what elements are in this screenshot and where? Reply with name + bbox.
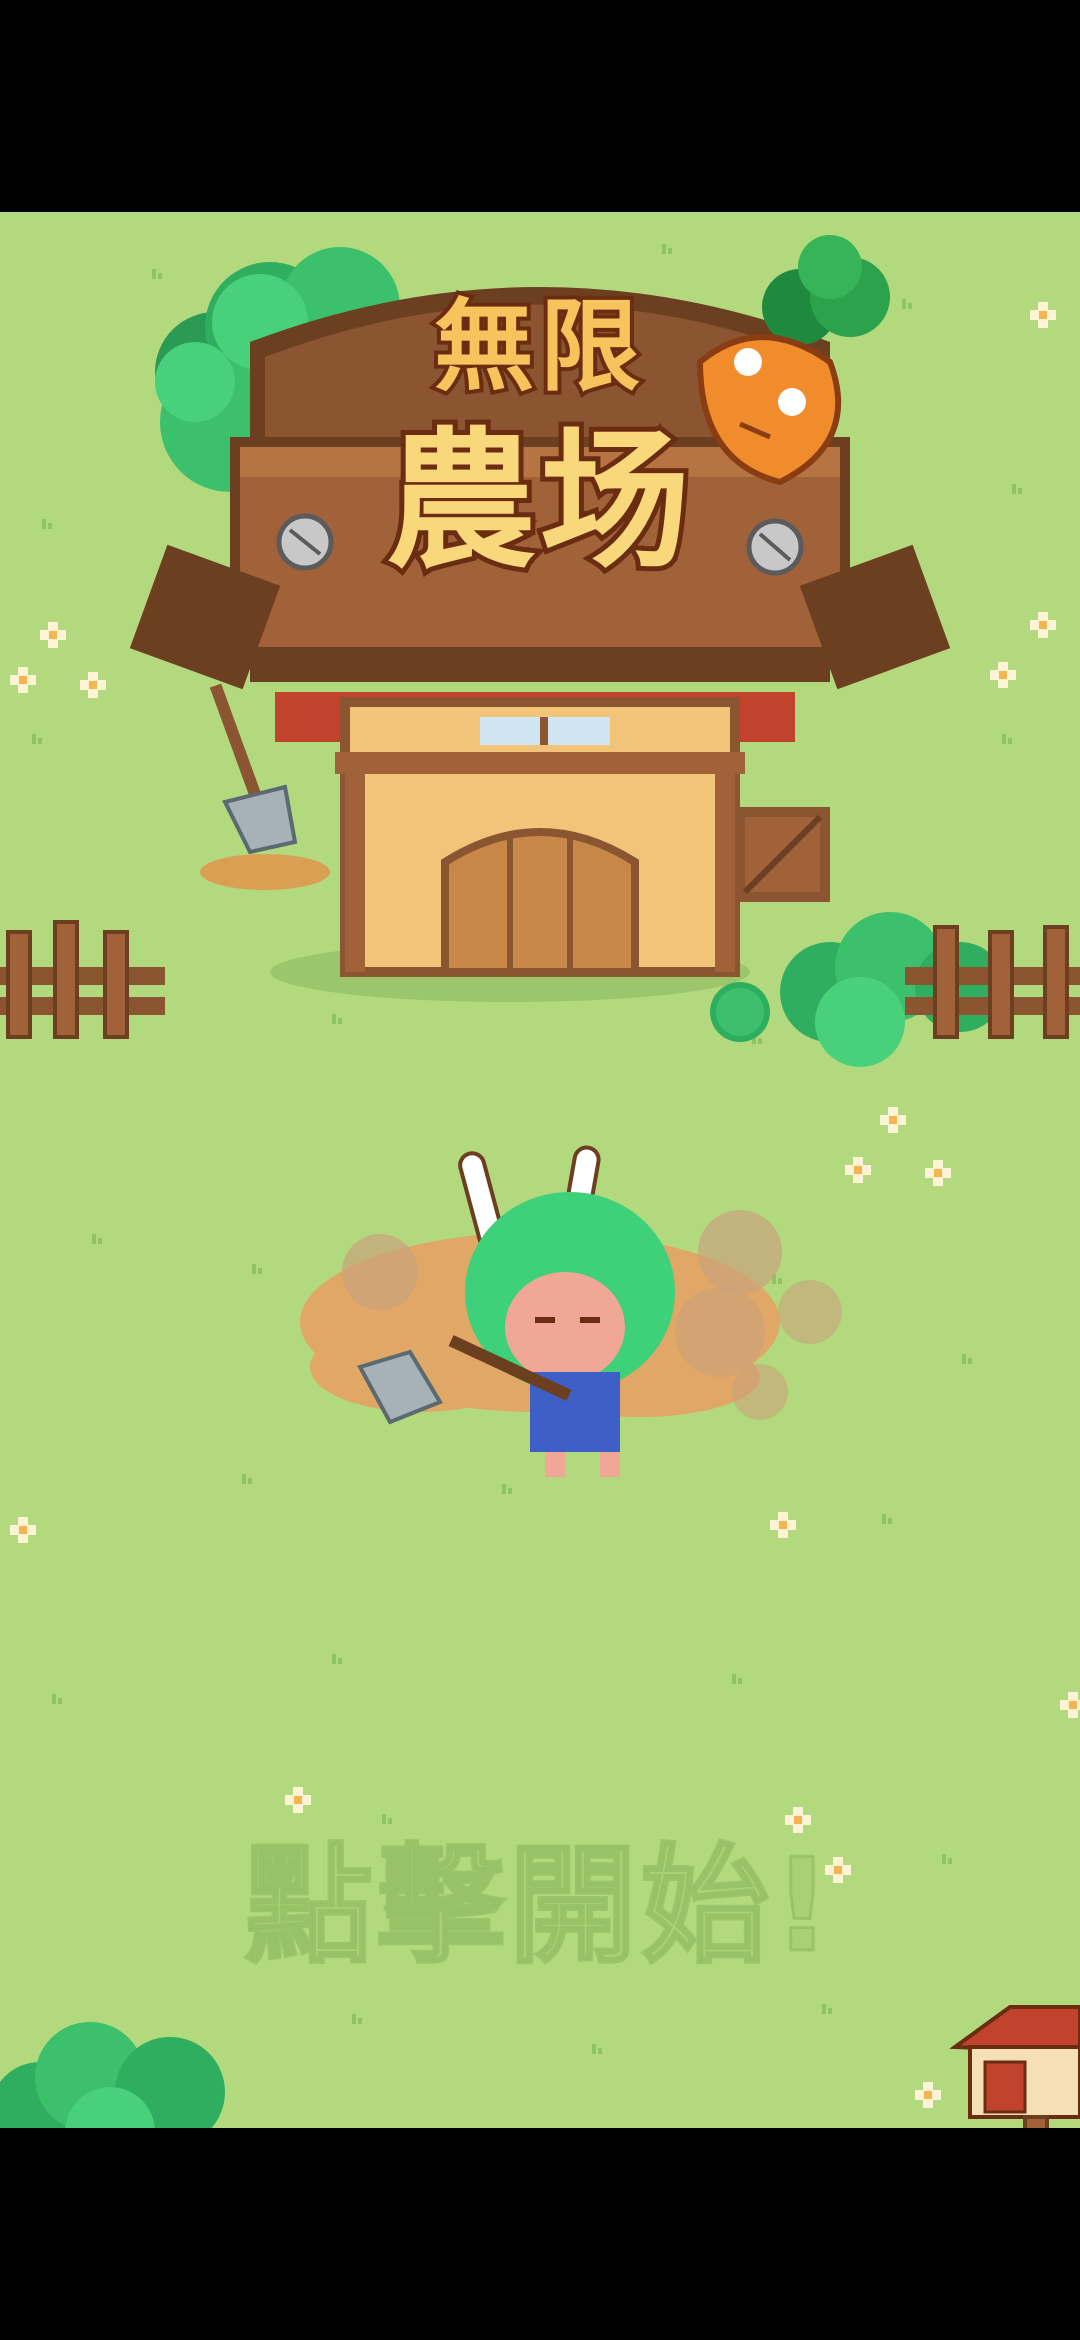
tap-to-start-text[interactable]: 點擊開始! [0,1802,1080,1987]
bush-bottom-left [0,2022,225,2128]
fence-left [0,920,165,1039]
bush-right [710,912,1005,1067]
mailbox-icon [949,2005,1080,2128]
game-title-screen[interactable]: 無限 農场 點擊開始! [0,212,1080,2128]
letterbox-bottom [0,2128,1080,2340]
letterbox-top [0,0,1080,212]
title-line-2: 農场 [381,412,695,592]
game-title-logo-line2: 農场 [320,412,760,592]
game-title-logo: 無限 [340,288,740,406]
title-line-1: 無限 [430,288,646,406]
